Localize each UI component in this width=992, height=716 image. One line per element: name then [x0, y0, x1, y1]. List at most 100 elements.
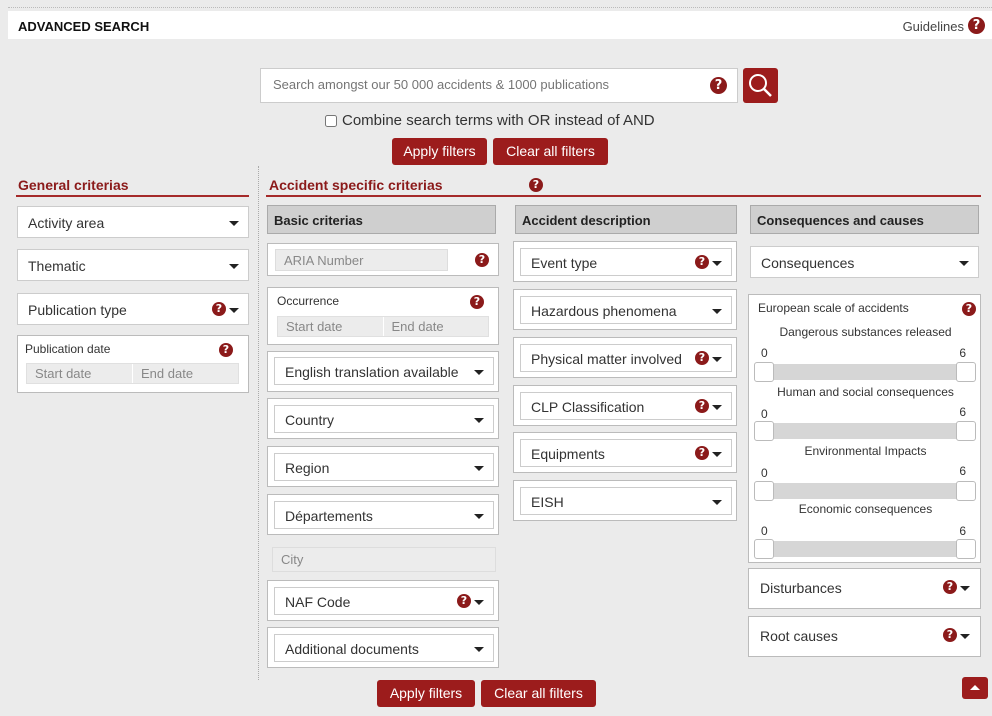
- clp-help-icon[interactable]: ?: [695, 399, 709, 413]
- eish-select[interactable]: EISH: [520, 487, 732, 515]
- dangerous-substances-slider[interactable]: [761, 364, 970, 380]
- publication-end-date[interactable]: End date: [132, 364, 238, 383]
- guidelines-help-icon[interactable]: ?: [968, 17, 985, 34]
- equipments-panel: Equipments ?: [513, 432, 737, 473]
- accident-criterias-help-icon[interactable]: ?: [529, 178, 543, 192]
- consequences-select[interactable]: Consequences: [750, 246, 979, 278]
- clear-filters-button-top[interactable]: Clear all filters: [493, 138, 608, 165]
- scroll-to-top-button[interactable]: [962, 677, 988, 699]
- slider-handle-min[interactable]: [754, 539, 774, 559]
- search-help-icon[interactable]: ?: [710, 77, 727, 94]
- aria-number-help-icon[interactable]: ?: [475, 253, 489, 267]
- general-criterias-underline: [16, 195, 249, 197]
- physical-matter-panel: Physical matter involved ?: [513, 337, 737, 378]
- slider-handle-max[interactable]: [956, 539, 976, 559]
- equipments-help-icon[interactable]: ?: [695, 446, 709, 460]
- departements-select[interactable]: Départements: [274, 501, 494, 529]
- slider-handle-min[interactable]: [754, 362, 774, 382]
- combine-or-checkbox[interactable]: [325, 115, 337, 128]
- chevron-down-icon: [712, 500, 722, 505]
- page-title: ADVANCED SEARCH: [18, 19, 150, 34]
- chevron-down-icon: [474, 466, 484, 471]
- naf-code-help-icon[interactable]: ?: [457, 594, 471, 608]
- chevron-down-icon: [474, 600, 484, 605]
- additional-documents-label: Additional documents: [285, 641, 419, 657]
- chevron-up-icon: [970, 685, 980, 690]
- physical-matter-help-icon[interactable]: ?: [695, 351, 709, 365]
- city-input[interactable]: City: [272, 547, 496, 572]
- slider-max: 6: [959, 405, 966, 419]
- event-type-panel: Event type ?: [513, 241, 737, 282]
- naf-code-panel: NAF Code ?: [267, 580, 499, 621]
- slider-min: 0: [761, 524, 768, 538]
- slider-handle-max[interactable]: [956, 481, 976, 501]
- guidelines-link[interactable]: Guidelines: [903, 19, 964, 34]
- slider-label: Human and social consequences: [777, 385, 954, 399]
- publication-date-label: Publication date: [25, 342, 111, 356]
- occurrence-panel: Occurrence ? Start date End date: [267, 287, 499, 345]
- departements-label: Départements: [285, 508, 373, 524]
- hazardous-phenomena-select[interactable]: Hazardous phenomena: [520, 296, 732, 324]
- country-panel: Country: [267, 398, 499, 439]
- chevron-down-icon: [229, 221, 239, 226]
- additional-documents-select[interactable]: Additional documents: [274, 634, 494, 662]
- equipments-select[interactable]: Equipments ?: [520, 439, 732, 467]
- root-causes-panel: Root causes ?: [748, 616, 981, 657]
- slider-handle-max[interactable]: [956, 362, 976, 382]
- disturbances-label: Disturbances: [760, 580, 842, 596]
- clp-classification-select[interactable]: CLP Classification ?: [520, 392, 732, 420]
- root-causes-select[interactable]: Root causes ?: [750, 622, 979, 650]
- slider-max: 6: [959, 346, 966, 360]
- occurrence-start-date[interactable]: Start date: [278, 317, 383, 336]
- occurrence-help-icon[interactable]: ?: [470, 295, 484, 309]
- slider-label: Environmental Impacts: [804, 444, 927, 458]
- publication-type-select[interactable]: Publication type ?: [17, 293, 249, 325]
- slider-max: 6: [959, 464, 966, 478]
- country-label: Country: [285, 412, 335, 428]
- search-input[interactable]: [273, 77, 693, 92]
- disturbances-help-icon[interactable]: ?: [943, 580, 957, 594]
- occurrence-date-range: Start date End date: [277, 316, 489, 337]
- root-causes-label: Root causes: [760, 628, 838, 644]
- slider-handle-min[interactable]: [754, 421, 774, 441]
- english-translation-select[interactable]: English translation available: [274, 357, 494, 385]
- publication-start-date[interactable]: Start date: [27, 364, 132, 383]
- hazardous-phenomena-panel: Hazardous phenomena: [513, 289, 737, 330]
- activity-area-select[interactable]: Activity area: [17, 206, 249, 238]
- thematic-select[interactable]: Thematic: [17, 249, 249, 281]
- chevron-down-icon: [474, 647, 484, 652]
- chevron-down-icon: [474, 418, 484, 423]
- consequences-causes-heading: Consequences and causes: [750, 205, 979, 234]
- slider-handle-min[interactable]: [754, 481, 774, 501]
- aria-number-input[interactable]: ARIA Number: [275, 249, 448, 271]
- european-scale-help-icon[interactable]: ?: [962, 302, 976, 316]
- root-causes-help-icon[interactable]: ?: [943, 628, 957, 642]
- event-type-help-icon[interactable]: ?: [695, 255, 709, 269]
- chevron-down-icon: [712, 261, 722, 266]
- event-type-select[interactable]: Event type ?: [520, 248, 732, 276]
- chevron-down-icon: [712, 452, 722, 457]
- disturbances-select[interactable]: Disturbances ?: [750, 574, 979, 602]
- region-label: Region: [285, 460, 330, 476]
- slider-handle-max[interactable]: [956, 421, 976, 441]
- basic-criterias-heading: Basic criterias: [267, 205, 496, 234]
- publication-type-help-icon[interactable]: ?: [212, 302, 226, 316]
- slider-min: 0: [761, 407, 768, 421]
- occurrence-end-date[interactable]: End date: [382, 317, 489, 336]
- physical-matter-select[interactable]: Physical matter involved ?: [520, 344, 732, 372]
- human-social-slider[interactable]: [761, 423, 970, 439]
- english-translation-label: English translation available: [285, 364, 459, 380]
- chevron-down-icon: [712, 357, 722, 362]
- apply-filters-button-bottom[interactable]: Apply filters: [377, 680, 475, 707]
- slider-label: Dangerous substances released: [779, 325, 952, 339]
- publication-date-help-icon[interactable]: ?: [219, 343, 233, 357]
- apply-filters-button-top[interactable]: Apply filters: [392, 138, 487, 165]
- equipments-label: Equipments: [531, 446, 605, 462]
- naf-code-select[interactable]: NAF Code ?: [274, 587, 494, 615]
- region-select[interactable]: Region: [274, 453, 494, 481]
- economic-slider[interactable]: [761, 541, 970, 557]
- environmental-slider[interactable]: [761, 483, 970, 499]
- clear-filters-button-bottom[interactable]: Clear all filters: [481, 680, 596, 707]
- search-button[interactable]: [743, 68, 778, 103]
- country-select[interactable]: Country: [274, 405, 494, 433]
